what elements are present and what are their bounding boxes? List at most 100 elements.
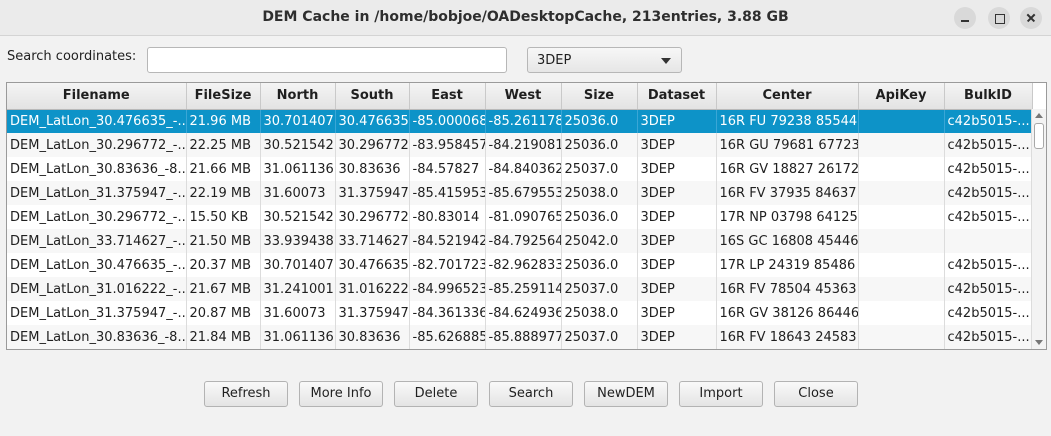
cell-dataset: 3DEP <box>637 253 717 277</box>
cell-filename: DEM_LatLon_31.016222_-... <box>7 277 187 301</box>
delete-button[interactable]: Delete <box>394 381 478 407</box>
dataset-dropdown[interactable]: 3DEP <box>527 47 682 73</box>
cell-size: 25038.0 <box>561 181 638 205</box>
cell-bulkid: c42b5015-... <box>944 157 1033 181</box>
cell-filename: DEM_LatLon_31.375947_-... <box>7 181 187 205</box>
column-header-size[interactable]: Size <box>561 83 638 110</box>
table-row[interactable]: DEM_LatLon_33.714627_-... 21.50 MB 33.9394… <box>7 229 1033 253</box>
cell-bulkid: c42b5015-... <box>944 181 1033 205</box>
cell-east: -85.000068 <box>409 109 486 133</box>
close-button[interactable]: Close <box>774 381 858 407</box>
maximize-icon[interactable] <box>988 7 1010 29</box>
column-header-filesize[interactable]: FileSize <box>186 83 261 110</box>
table-row[interactable]: DEM_LatLon_31.375947_-... 22.19 MB 31.6007… <box>7 181 1033 205</box>
cell-dataset: 3DEP <box>637 157 717 181</box>
cell-east: -84.361336 <box>409 301 486 325</box>
cell-south: 30.296772 <box>335 205 410 229</box>
cell-filename: DEM_LatLon_30.296772_-... <box>7 133 187 157</box>
cell-center: 17R NP 03798 64125 <box>716 205 859 229</box>
cell-west: -85.679553 <box>485 181 562 205</box>
column-header-east[interactable]: East <box>409 83 486 110</box>
cell-center: 17R LP 24319 85486 <box>716 253 859 277</box>
cell-dataset: 3DEP <box>637 205 717 229</box>
table-row[interactable]: DEM_LatLon_30.476635_-... 21.96 MB 30.7014… <box>7 109 1033 133</box>
cell-dataset: 3DEP <box>637 109 717 133</box>
cell-north: 30.701407 <box>260 109 336 133</box>
cell-apikey <box>858 133 945 157</box>
column-header-center[interactable]: Center <box>716 83 859 110</box>
cell-size: 25038.0 <box>561 301 638 325</box>
cell-north: 30.521542 <box>260 205 336 229</box>
cell-east: -83.958457 <box>409 133 486 157</box>
table-scrollbar[interactable] <box>1031 109 1046 349</box>
cell-size: 25037.0 <box>561 157 638 181</box>
cell-size: 25036.0 <box>561 133 638 157</box>
cell-north: 31.241001 <box>260 277 336 301</box>
minimize-icon[interactable] <box>954 7 976 29</box>
cell-filename: DEM_LatLon_30.83636_-8... <box>7 157 187 181</box>
cell-apikey <box>858 325 945 349</box>
cell-dataset: 3DEP <box>637 325 717 349</box>
cell-north: 33.939438 <box>260 229 336 253</box>
cell-apikey <box>858 253 945 277</box>
cell-filesize: 22.25 MB <box>186 133 261 157</box>
cell-north: 30.521542 <box>260 133 336 157</box>
cell-filename: DEM_LatLon_30.476635_-... <box>7 253 187 277</box>
cell-filesize: 20.37 MB <box>186 253 261 277</box>
cell-west: -84.219081 <box>485 133 562 157</box>
chevron-down-icon <box>661 58 671 64</box>
column-header-filename[interactable]: Filename <box>7 83 187 110</box>
scroll-up-icon[interactable] <box>1035 113 1043 118</box>
new-dem-button[interactable]: NewDEM <box>584 381 668 407</box>
cell-filename: DEM_LatLon_31.375947_-... <box>7 301 187 325</box>
search-coordinates-input[interactable] <box>147 47 507 73</box>
cell-filename: DEM_LatLon_33.714627_-... <box>7 229 187 253</box>
scroll-down-icon[interactable] <box>1035 340 1043 345</box>
cell-size: 25037.0 <box>561 325 638 349</box>
cell-dataset: 3DEP <box>637 133 717 157</box>
column-header-south[interactable]: South <box>335 83 410 110</box>
cell-size: 25036.0 <box>561 205 638 229</box>
column-header-dataset[interactable]: Dataset <box>637 83 717 110</box>
refresh-button[interactable]: Refresh <box>204 381 288 407</box>
cell-filename: DEM_LatLon_30.476635_-... <box>7 109 187 133</box>
column-header-bulkid[interactable]: BulkID <box>944 83 1033 110</box>
table-row[interactable]: DEM_LatLon_31.016222_-... 21.67 MB 31.2410… <box>7 277 1033 301</box>
more-info-button[interactable]: More Info <box>299 381 383 407</box>
cell-filesize: 21.96 MB <box>186 109 261 133</box>
column-header-north[interactable]: North <box>260 83 336 110</box>
cell-south: 30.83636 <box>335 157 410 181</box>
cell-size: 25036.0 <box>561 109 638 133</box>
title-bar[interactable]: DEM Cache in /home/bobjoe/OADesktopCache… <box>0 0 1051 36</box>
cell-center: 16R FU 79238 85544 <box>716 109 859 133</box>
column-header-apikey[interactable]: ApiKey <box>858 83 945 110</box>
cell-bulkid: c42b5015-... <box>944 277 1033 301</box>
table-row[interactable]: DEM_LatLon_30.83636_-8... 21.84 MB 31.0611… <box>7 325 1033 349</box>
scrollbar-thumb[interactable] <box>1034 123 1044 149</box>
cell-south: 30.83636 <box>335 325 410 349</box>
table-row[interactable]: DEM_LatLon_30.476635_-... 20.37 MB 30.7014… <box>7 253 1033 277</box>
close-window-icon[interactable] <box>1020 7 1042 29</box>
table-row[interactable]: DEM_LatLon_30.296772_-... 15.50 KB 30.5215… <box>7 205 1033 229</box>
table-row[interactable]: DEM_LatLon_30.296772_-... 22.25 MB 30.5215… <box>7 133 1033 157</box>
cell-filesize: 21.66 MB <box>186 157 261 181</box>
cell-west: -84.840362 <box>485 157 562 181</box>
import-button[interactable]: Import <box>679 381 763 407</box>
cell-apikey <box>858 181 945 205</box>
cell-west: -85.261178 <box>485 109 562 133</box>
cell-west: -84.624936 <box>485 301 562 325</box>
cell-bulkid <box>944 229 1033 253</box>
cell-bulkid: c42b5015-... <box>944 325 1033 349</box>
cell-north: 30.701407 <box>260 253 336 277</box>
cell-east: -85.626885 <box>409 325 486 349</box>
cell-center: 16S GC 16808 45446 <box>716 229 859 253</box>
cell-center: 16R GV 18827 26172 <box>716 157 859 181</box>
cell-apikey <box>858 301 945 325</box>
cell-south: 31.375947 <box>335 181 410 205</box>
search-button[interactable]: Search <box>489 381 573 407</box>
table-row[interactable]: DEM_LatLon_31.375947_-... 20.87 MB 31.6007… <box>7 301 1033 325</box>
column-header-west[interactable]: West <box>485 83 562 110</box>
table-row[interactable]: DEM_LatLon_30.83636_-8... 21.66 MB 31.0611… <box>7 157 1033 181</box>
cell-apikey <box>858 229 945 253</box>
search-coordinates-label: Search coordinates: <box>7 49 137 64</box>
